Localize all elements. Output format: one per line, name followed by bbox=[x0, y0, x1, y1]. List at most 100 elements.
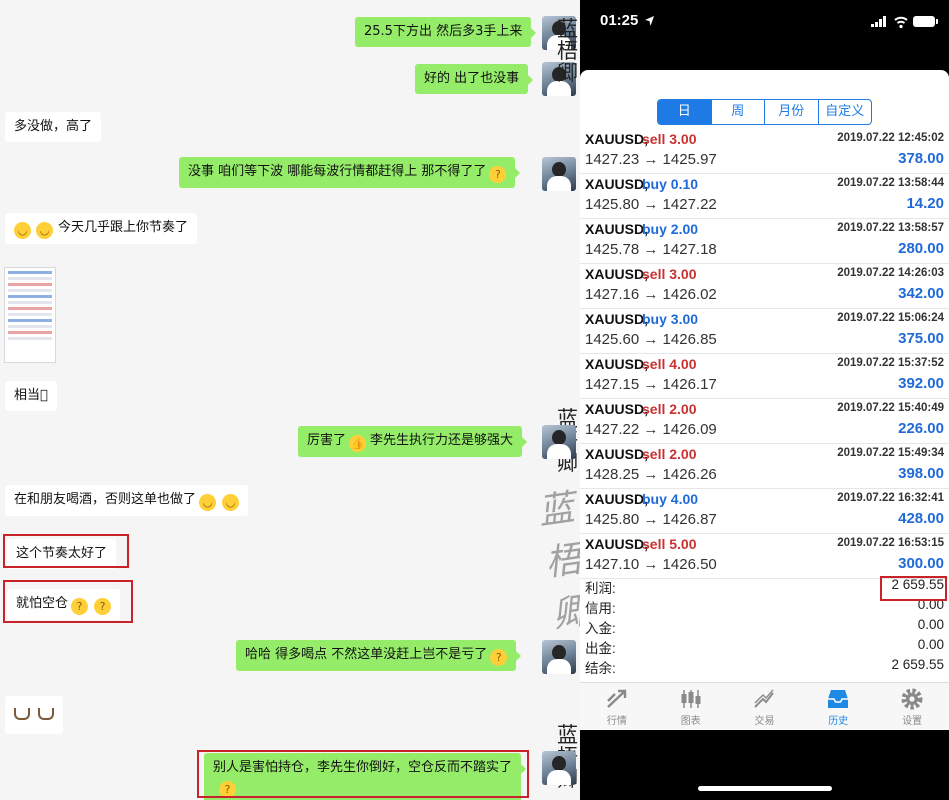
thumbnail-line bbox=[8, 271, 52, 274]
tears-of-joy-emoji-icon: ◡ bbox=[222, 494, 240, 511]
trade-profit: 280.00 bbox=[898, 240, 944, 257]
message-text: 李先生执行力还是够强大 bbox=[370, 433, 514, 448]
tab-history[interactable]: 历史 bbox=[801, 683, 875, 730]
summary-label: 入金: bbox=[585, 621, 616, 636]
thumbnail-line bbox=[8, 295, 52, 298]
trade-row[interactable]: XAUUSD, sell 3.00 2019.07.22 14:26:03 1427.… bbox=[580, 264, 949, 309]
trade-profit: 378.00 bbox=[898, 150, 944, 167]
segment-week[interactable]: 周 bbox=[710, 100, 765, 124]
message-text: 25.5下方出 然后多3手上来 bbox=[364, 24, 523, 39]
trade-date: 2019.07.22 16:53:15 bbox=[837, 537, 944, 549]
thumbs-up-icon: 👍 bbox=[349, 435, 367, 452]
trade-side: buy 2.00 bbox=[642, 221, 699, 237]
trade-row[interactable]: XAUUSD, buy 4.00 2019.07.22 16:32:41 1425.8… bbox=[580, 489, 949, 534]
thumbnail-line bbox=[8, 325, 52, 328]
trade-symbol: XAUUSD, bbox=[585, 221, 649, 237]
signal-bar-icon bbox=[879, 19, 882, 27]
settings-icon bbox=[901, 688, 923, 710]
chat-message-outgoing[interactable]: 好的 出了也没事 bbox=[415, 64, 534, 94]
trade-side: buy 0.10 bbox=[642, 176, 699, 192]
tab-settings[interactable]: 设置 bbox=[875, 683, 949, 730]
thinking-emoji-icon: ? bbox=[489, 166, 507, 183]
chat-message-outgoing[interactable]: 哈哈 得多喝点 不然这单没赶上岂不是亏了? bbox=[236, 640, 522, 671]
trade-prices: 1425.60 → 1426.85 bbox=[585, 331, 717, 348]
tab-trade[interactable]: 交易 bbox=[728, 683, 802, 730]
tab-bar: 行情 图表 交易 历史 设置 bbox=[580, 682, 949, 730]
trade-symbol: XAUUSD, bbox=[585, 536, 649, 552]
summary-label: 利润: bbox=[585, 581, 616, 596]
chat-message-incoming[interactable]: ◡ ◡ 今天几乎跟上你节奏了 bbox=[5, 213, 198, 244]
segment-month[interactable]: 月份 bbox=[764, 100, 818, 124]
trade-date: 2019.07.22 13:58:57 bbox=[837, 222, 944, 234]
avatar[interactable] bbox=[542, 425, 576, 459]
message-text: 今天几乎跟上你节奏了 bbox=[58, 220, 189, 235]
trade-row[interactable]: XAUUSD, sell 2.00 2019.07.22 15:49:34 1428.… bbox=[580, 444, 949, 489]
trade-date: 2019.07.22 15:49:34 bbox=[837, 447, 944, 459]
status-bar: 01:25 bbox=[580, 0, 949, 44]
chat-message-incoming[interactable]: 在和朋友喝酒，否则这单也做了 ◡ ◡ bbox=[5, 485, 249, 516]
trade-profit: 428.00 bbox=[898, 510, 944, 527]
message-text: 没事 咱们等下波 哪能每波行情都赶得上 那不得了了 bbox=[188, 164, 487, 179]
avatar[interactable] bbox=[542, 157, 576, 191]
message-text: 在和朋友喝酒，否则这单也做了 bbox=[14, 492, 197, 507]
trade-symbol: XAUUSD, bbox=[585, 446, 649, 462]
summary-label: 出金: bbox=[585, 641, 616, 656]
trade-profit: 375.00 bbox=[898, 330, 944, 347]
trade-side: sell 2.00 bbox=[642, 446, 697, 462]
tab-label: 图表 bbox=[680, 716, 701, 727]
home-indicator bbox=[698, 786, 832, 791]
trade-date: 2019.07.22 15:40:49 bbox=[837, 402, 944, 414]
wifi-icon bbox=[894, 16, 908, 29]
trade-prices: 1425.80 → 1426.87 bbox=[585, 511, 717, 528]
tab-chart[interactable]: 图表 bbox=[654, 683, 728, 730]
trade-row[interactable]: XAUUSD, sell 4.00 2019.07.22 15:37:52 1427.… bbox=[580, 354, 949, 399]
avatar[interactable] bbox=[542, 640, 576, 674]
tears-of-joy-emoji-icon: ◡ bbox=[199, 494, 217, 511]
trade-prices: 1427.16 → 1426.02 bbox=[585, 286, 717, 303]
trade-row[interactable]: XAUUSD, sell 2.00 2019.07.22 15:40:49 1427.… bbox=[580, 399, 949, 444]
highlight-box bbox=[197, 750, 529, 798]
tab-quotes[interactable]: 行情 bbox=[580, 683, 654, 730]
trade-side: sell 3.00 bbox=[642, 266, 697, 282]
trade-symbol: XAUUSD, bbox=[585, 356, 649, 372]
chat-message-incoming[interactable] bbox=[5, 696, 63, 734]
trade-row[interactable]: XAUUSD, buy 3.00 2019.07.22 15:06:24 1425.6… bbox=[580, 309, 949, 354]
trade-row[interactable]: XAUUSD, buy 2.00 2019.07.22 13:58:57 1425.7… bbox=[580, 219, 949, 264]
avatar[interactable] bbox=[542, 751, 576, 785]
trade-row[interactable]: XAUUSD, sell 5.00 2019.07.22 16:53:15 1427.… bbox=[580, 534, 949, 579]
trade-prices: 1427.10 → 1426.50 bbox=[585, 556, 717, 573]
trade-date: 2019.07.22 14:26:03 bbox=[837, 267, 944, 279]
message-text: 好的 出了也没事 bbox=[424, 71, 520, 86]
period-segmented-control[interactable]: 日 周 月份 自定义 bbox=[657, 99, 872, 125]
segment-day[interactable]: 日 bbox=[658, 100, 711, 124]
trade-date: 2019.07.22 12:45:02 bbox=[837, 132, 944, 144]
thumbnail-line bbox=[8, 277, 52, 280]
trade-side: sell 4.00 bbox=[642, 356, 697, 372]
highlight-box bbox=[3, 580, 133, 623]
trade-prices: 1427.23 → 1425.97 bbox=[585, 151, 717, 168]
trade-symbol: XAUUSD, bbox=[585, 401, 649, 417]
trade-profit: 14.20 bbox=[906, 195, 944, 212]
segment-custom[interactable]: 自定义 bbox=[817, 100, 872, 124]
grinning-emoji-icon: ◡ bbox=[14, 222, 31, 239]
trade-side: sell 3.00 bbox=[642, 131, 697, 147]
chat-message-outgoing[interactable]: 没事 咱们等下波 哪能每波行情都赶得上 那不得了了? bbox=[179, 157, 521, 188]
trade-prices: 1425.78 → 1427.18 bbox=[585, 241, 717, 258]
trade-date: 2019.07.22 13:58:44 bbox=[837, 177, 944, 189]
thumbnail-line bbox=[8, 337, 52, 340]
trade-side: buy 4.00 bbox=[642, 491, 699, 507]
trade-row[interactable]: XAUUSD, sell 3.00 2019.07.22 12:45:02 1427.… bbox=[580, 129, 949, 174]
trade-symbol: XAUUSD, bbox=[585, 176, 649, 192]
highlight-box bbox=[880, 576, 947, 601]
battery-icon bbox=[913, 16, 938, 27]
trade-row[interactable]: XAUUSD, buy 0.10 2019.07.22 13:58:44 1425.8… bbox=[580, 174, 949, 219]
chat-message-incoming[interactable]: 多没做，高了 bbox=[5, 112, 102, 142]
chat-message-outgoing[interactable]: 25.5下方出 然后多3手上来 bbox=[355, 17, 537, 47]
chat-message-incoming[interactable]: 相当  bbox=[5, 381, 57, 411]
quotes-icon bbox=[607, 689, 627, 708]
history-icon bbox=[828, 690, 849, 708]
chat-message-outgoing[interactable]: 厉害了 👍 李先生执行力还是够强大 bbox=[298, 426, 528, 457]
watermark-text: 蓝梧卿 bbox=[557, 17, 578, 85]
screenshot-thumbnail[interactable] bbox=[4, 267, 56, 363]
thumbnail-line bbox=[8, 289, 52, 292]
